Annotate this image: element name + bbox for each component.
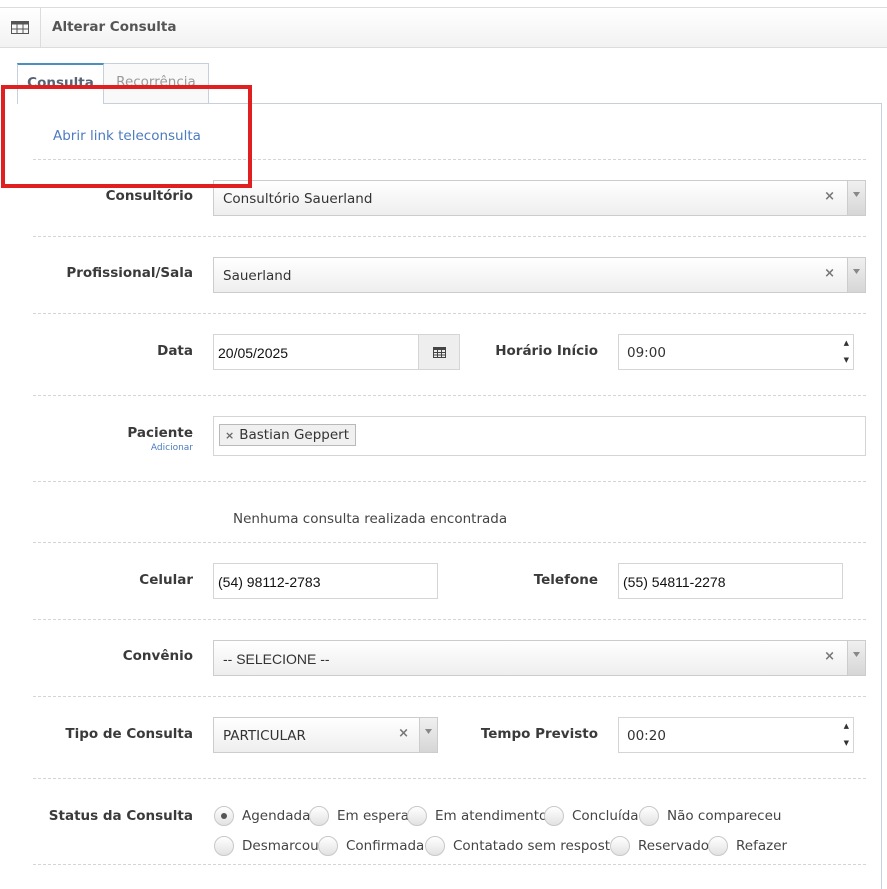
tempo-previsto-label: Tempo Previsto [480,726,598,742]
profissional-select[interactable]: Sauerland × [213,257,866,293]
tipo-consulta-label: Tipo de Consulta [65,726,193,742]
radio-nao-compareceu[interactable] [639,806,659,826]
radio-desmarcou[interactable] [214,836,234,856]
panel-header: Alterar Consulta [0,7,887,48]
clear-icon[interactable]: × [824,189,835,204]
spin-down-icon[interactable]: ▼ [844,739,849,747]
horario-label: Horário Início [495,343,598,359]
adicionar-link[interactable]: Adicionar [120,443,193,453]
radio-label-concluida[interactable]: Concluída [572,808,639,824]
divider [33,778,866,779]
paciente-tag-label: Bastian Geppert [239,427,350,443]
radio-label-confirmada[interactable]: Confirmada [346,838,424,854]
divider [33,236,866,237]
info-message: Nenhuma consulta realizada encontrada [233,511,508,527]
calendar-icon[interactable] [418,334,460,370]
tab-content-border [881,103,882,889]
radio-label-em-espera[interactable]: Em espera [337,808,409,824]
chevron-down-icon[interactable] [847,641,865,675]
radio-label-nao-compareceu[interactable]: Não compareceu [667,808,781,824]
convenio-select[interactable]: -- SELECIONE -- × [213,640,866,676]
tipo-consulta-value: PARTICULAR [223,728,306,744]
tempo-previsto-value: 00:20 [627,728,666,744]
radio-refazer[interactable] [708,836,728,856]
radio-label-contatado-sem-resposta[interactable]: Contatado sem resposta [453,838,618,854]
radio-label-em-atendimento[interactable]: Em atendimento [435,808,547,824]
radio-label-refazer[interactable]: Refazer [736,838,787,854]
celular-label: Celular [139,572,193,588]
chevron-down-icon[interactable] [847,181,865,215]
profissional-value: Sauerland [223,268,292,284]
radio-concluida[interactable] [544,806,564,826]
radio-em-atendimento[interactable] [407,806,427,826]
divider [33,395,866,396]
teleconsulta-link[interactable]: Abrir link teleconsulta [53,128,201,144]
telefone-input[interactable]: (55) 54811-2278 [618,563,843,599]
clear-icon[interactable]: × [398,726,409,741]
remove-tag-icon[interactable]: × [225,429,234,442]
divider [33,159,866,160]
radio-label-desmarcou[interactable]: Desmarcou [242,838,319,854]
tipo-consulta-select[interactable]: PARTICULAR × [213,717,438,753]
chevron-down-icon[interactable] [847,258,865,292]
radio-label-reservado[interactable]: Reservado [638,838,709,854]
spin-up-icon[interactable]: ▲ [844,339,849,347]
page-title: Alterar Consulta [52,19,177,35]
paciente-tag: × Bastian Geppert [219,424,357,446]
celular-value: (54) 98112-2783 [218,574,321,590]
radio-reservado[interactable] [610,836,630,856]
celular-input[interactable]: (54) 98112-2783 [213,563,438,599]
telefone-label: Telefone [533,572,598,588]
chevron-down-icon[interactable] [419,718,437,752]
divider [33,542,866,543]
radio-contatado-sem-resposta[interactable] [425,836,445,856]
consultorio-label: Consultório [105,188,193,204]
tab-recorrencia[interactable]: Recorrência [103,63,209,104]
radio-agendada[interactable] [214,806,234,826]
consultorio-value: Consultório Sauerland [223,191,373,207]
convenio-value: -- SELECIONE -- [223,651,330,667]
divider [33,481,866,482]
radio-label-agendada[interactable]: Agendada [242,808,310,824]
spin-up-icon[interactable]: ▲ [844,722,849,730]
divider [33,619,866,620]
radio-confirmada[interactable] [318,836,338,856]
data-label: Data [157,343,193,359]
profissional-label: Profissional/Sala [66,265,193,281]
clear-icon[interactable]: × [824,649,835,664]
paciente-label: Paciente [127,425,193,441]
table-icon [0,8,41,47]
data-value: 20/05/2025 [218,345,289,361]
divider [33,864,866,865]
tempo-previsto-input[interactable]: 00:20 ▲ ▼ [618,717,854,753]
consultorio-select[interactable]: Consultório Sauerland × [213,180,866,216]
status-label: Status da Consulta [48,808,193,824]
telefone-value: (55) 54811-2278 [623,574,726,590]
horario-input[interactable]: 09:00 ▲ ▼ [618,334,854,370]
spin-down-icon[interactable]: ▼ [844,356,849,364]
divider [33,696,866,697]
horario-value: 09:00 [627,345,666,361]
tab-consulta[interactable]: Consulta [17,63,104,104]
data-input[interactable]: 20/05/2025 [213,334,419,370]
clear-icon[interactable]: × [824,266,835,281]
divider [33,313,866,314]
radio-em-espera[interactable] [309,806,329,826]
convenio-label: Convênio [122,648,193,664]
